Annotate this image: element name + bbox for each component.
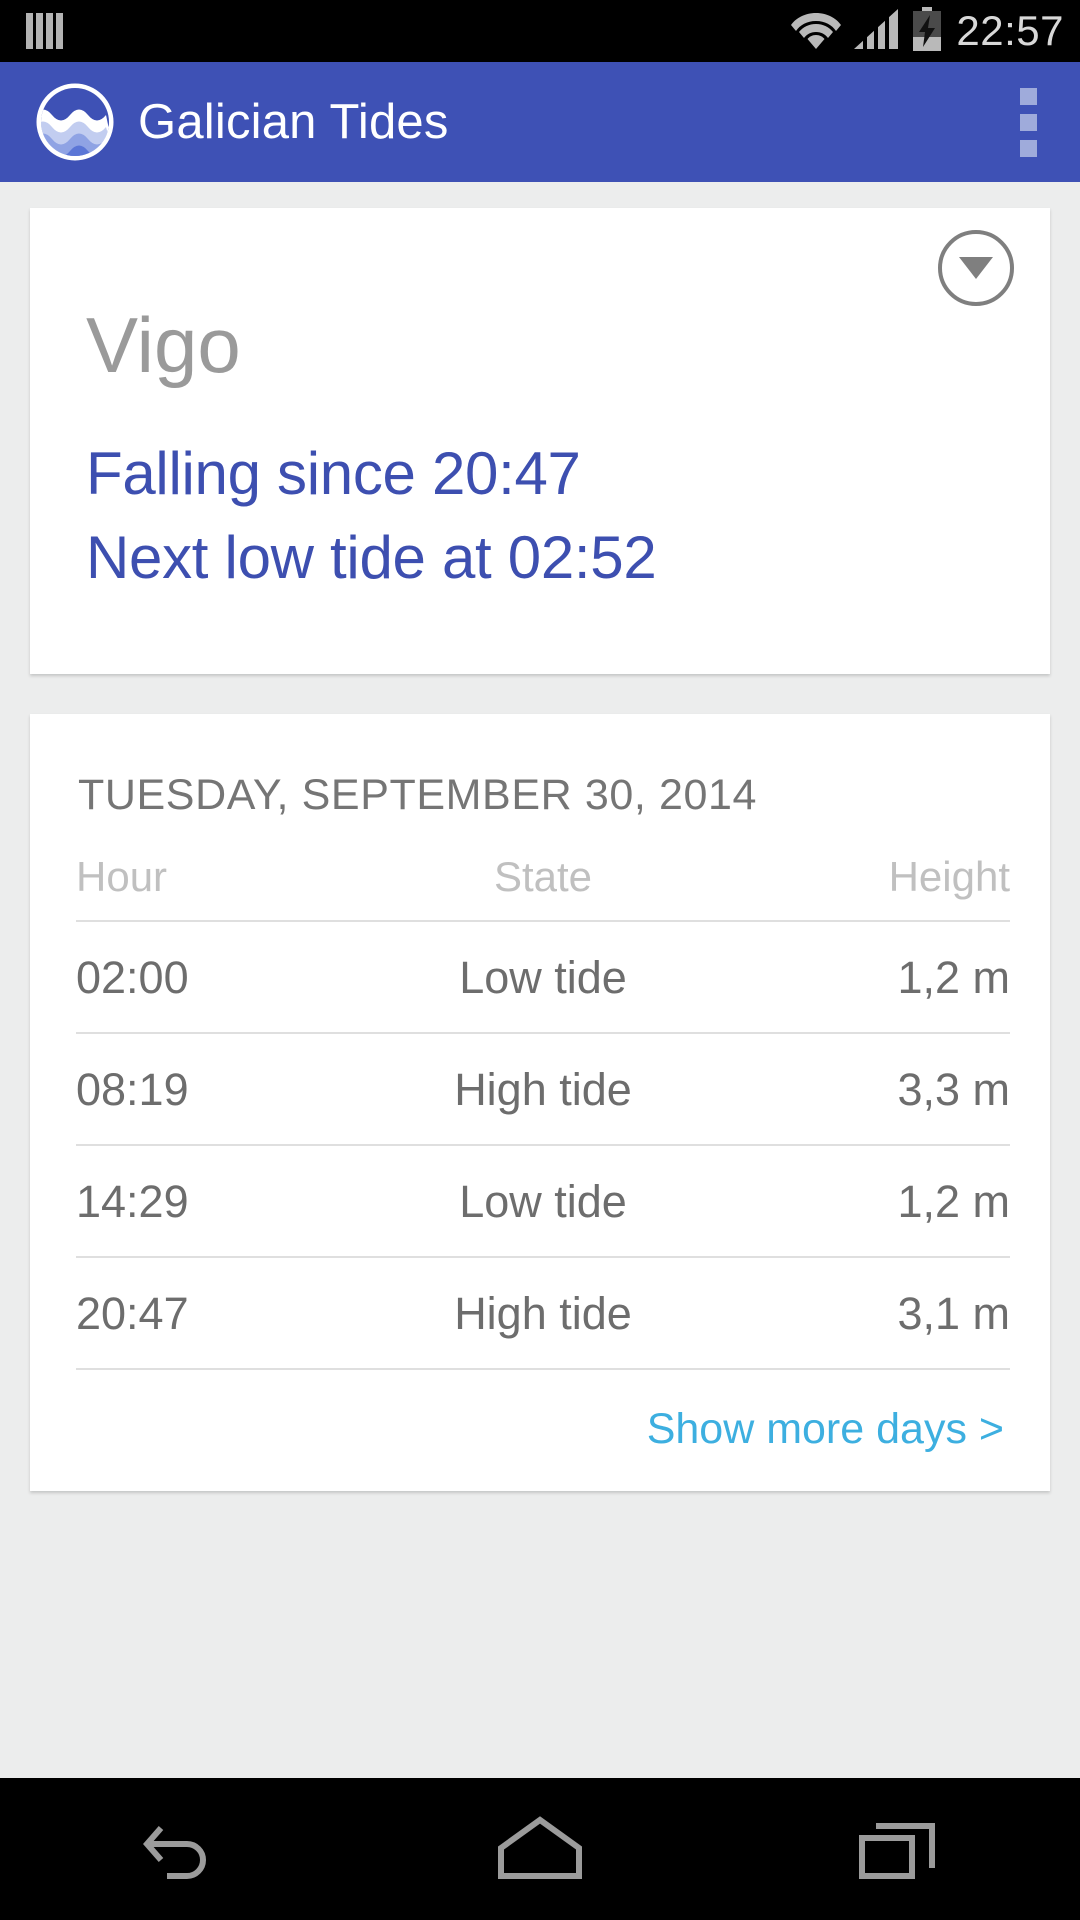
column-header-height: Height [701,856,1010,922]
cell-state: Low tide [384,921,702,1034]
table-header-row: Hour State Height [76,856,1010,922]
wifi-icon [791,9,842,54]
table-row: 08:19 High tide 3,3 m [76,1033,1010,1146]
cell-hour: 14:29 [76,1145,385,1258]
cell-height: 3,1 m [701,1257,1010,1370]
cell-state: High tide [384,1033,702,1146]
status-bar-right: 22:57 [791,6,1064,56]
column-header-hour: Hour [76,856,385,922]
chevron-down-circle-icon[interactable] [938,230,1014,306]
android-navigation-bar [0,1778,1080,1920]
daily-tides-card: TUESDAY, SEPTEMBER 30, 2014 Hour State H… [30,714,1050,1491]
home-icon[interactable] [450,1778,630,1920]
battery-charging-icon [911,6,943,56]
table-row: 02:00 Low tide 1,2 m [76,921,1010,1034]
cell-height: 1,2 m [701,1145,1010,1258]
tide-status-block: Falling since 20:47 Next low tide at 02:… [86,432,1004,600]
status-bar-clock: 22:57 [956,7,1064,54]
day-date-header: TUESDAY, SEPTEMBER 30, 2014 [78,771,758,819]
cell-state: High tide [384,1257,702,1370]
table-row: 14:29 Low tide 1,2 m [76,1145,1010,1258]
back-arrow-icon[interactable] [90,1778,270,1920]
phone-screen: 22:57 Galician Tides Vigo Falling since … [0,0,1080,1920]
cell-height: 1,2 m [701,921,1010,1034]
column-header-state: State [384,856,702,922]
cell-hour: 20:47 [76,1257,385,1370]
table-row: 20:47 High tide 3,1 m [76,1257,1010,1370]
tide-status-line-2: Next low tide at 02:52 [86,524,657,591]
tide-table: Hour State Height 02:00 Low tide 1,2 m 0… [76,856,1010,1370]
cellular-signal-icon [854,8,899,54]
recent-apps-icon[interactable] [810,1778,990,1920]
wave-circle-logo-icon [34,81,116,163]
location-name: Vigo [86,301,241,389]
cell-height: 3,3 m [701,1033,1010,1146]
content-area: Vigo Falling since 20:47 Next low tide a… [0,182,1080,1778]
overflow-menu-icon[interactable] [998,77,1058,167]
app-bar: Galician Tides [0,62,1080,182]
current-tide-card: Vigo Falling since 20:47 Next low tide a… [30,208,1050,674]
status-bar-left [26,13,63,49]
status-bar: 22:57 [0,0,1080,62]
app-title: Galician Tides [138,94,449,149]
tide-status-line-1: Falling since 20:47 [86,440,581,507]
sim-card-icon [26,13,63,49]
cell-hour: 08:19 [76,1033,385,1146]
cell-hour: 02:00 [76,921,385,1034]
show-more-days-link[interactable]: Show more days > [647,1408,1004,1451]
cell-state: Low tide [384,1145,702,1258]
caret-down-glyph [959,257,993,279]
show-more-row: Show more days > [76,1370,1010,1469]
